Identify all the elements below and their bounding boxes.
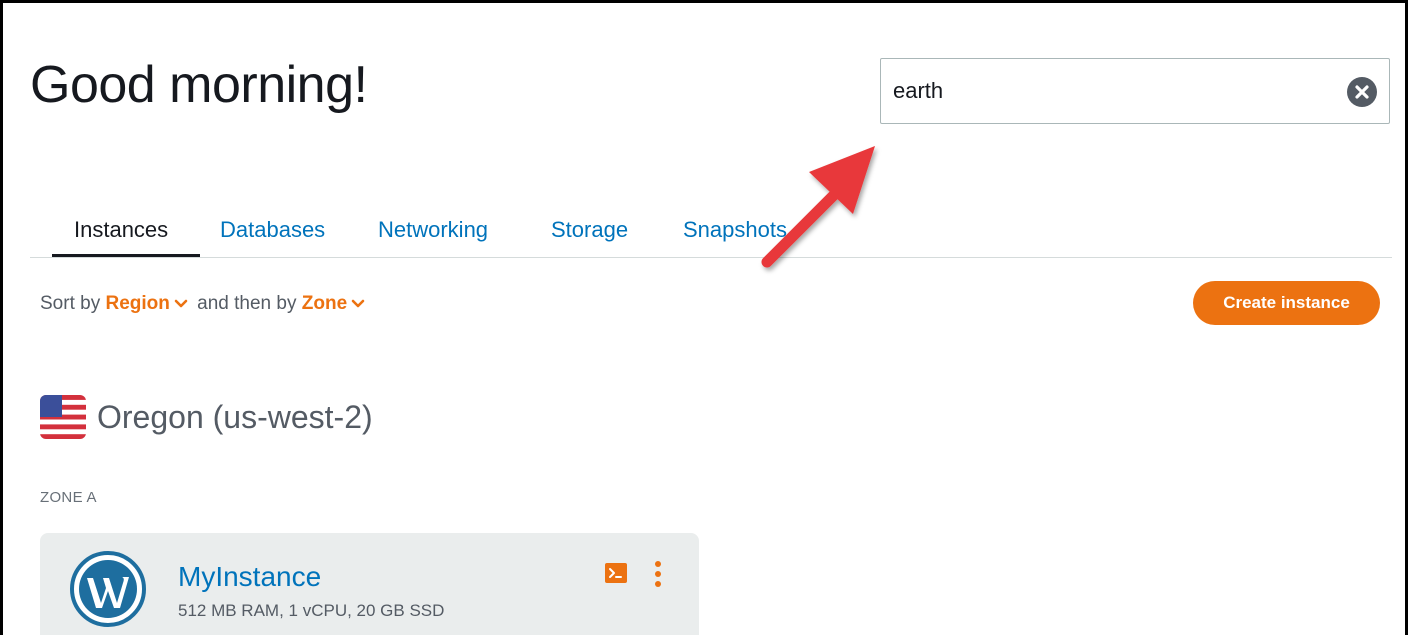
sort-prefix-label: Sort by <box>40 293 101 314</box>
instance-card[interactable]: MyInstance 512 MB RAM, 1 vCPU, 20 GB SSD <box>40 533 699 635</box>
chevron-down-icon <box>174 299 188 308</box>
sort-region-dropdown[interactable]: Region <box>105 293 197 314</box>
sort-controls: Sort by Region and then by Zone <box>40 293 369 315</box>
region-name: Oregon (us-west-2) <box>97 399 373 435</box>
sort-zone-dropdown[interactable]: Zone <box>302 293 369 314</box>
page-frame: Good morning! Instances Databases Networ… <box>0 0 1408 635</box>
sort-zone-label: Zone <box>301 293 348 314</box>
resource-tabs: Instances Databases Networking Storage S… <box>30 203 1392 258</box>
page-title: Good morning! <box>30 56 368 114</box>
active-tab-indicator <box>52 254 200 257</box>
tab-storage[interactable]: Storage <box>551 217 628 243</box>
search-input[interactable] <box>893 59 1333 123</box>
terminal-icon[interactable] <box>605 563 627 583</box>
search-box[interactable] <box>880 58 1390 124</box>
sort-middle-label: and then by <box>197 293 297 314</box>
instance-name-link[interactable]: MyInstance <box>178 561 321 593</box>
zone-label: ZONE A <box>40 489 97 506</box>
sort-region-label: Region <box>105 293 170 314</box>
tab-instances[interactable]: Instances <box>74 217 168 243</box>
us-flag-icon <box>40 395 86 439</box>
wordpress-logo-icon <box>70 551 146 627</box>
instance-specs: 512 MB RAM, 1 vCPU, 20 GB SSD <box>178 601 445 620</box>
more-vertical-icon[interactable] <box>652 560 664 588</box>
tab-databases[interactable]: Databases <box>220 217 325 243</box>
annotation-arrow-icon <box>761 146 875 268</box>
chevron-down-icon <box>351 299 365 308</box>
tab-networking[interactable]: Networking <box>378 217 488 243</box>
clear-search-icon[interactable] <box>1347 77 1377 107</box>
create-instance-button[interactable]: Create instance <box>1193 281 1380 325</box>
